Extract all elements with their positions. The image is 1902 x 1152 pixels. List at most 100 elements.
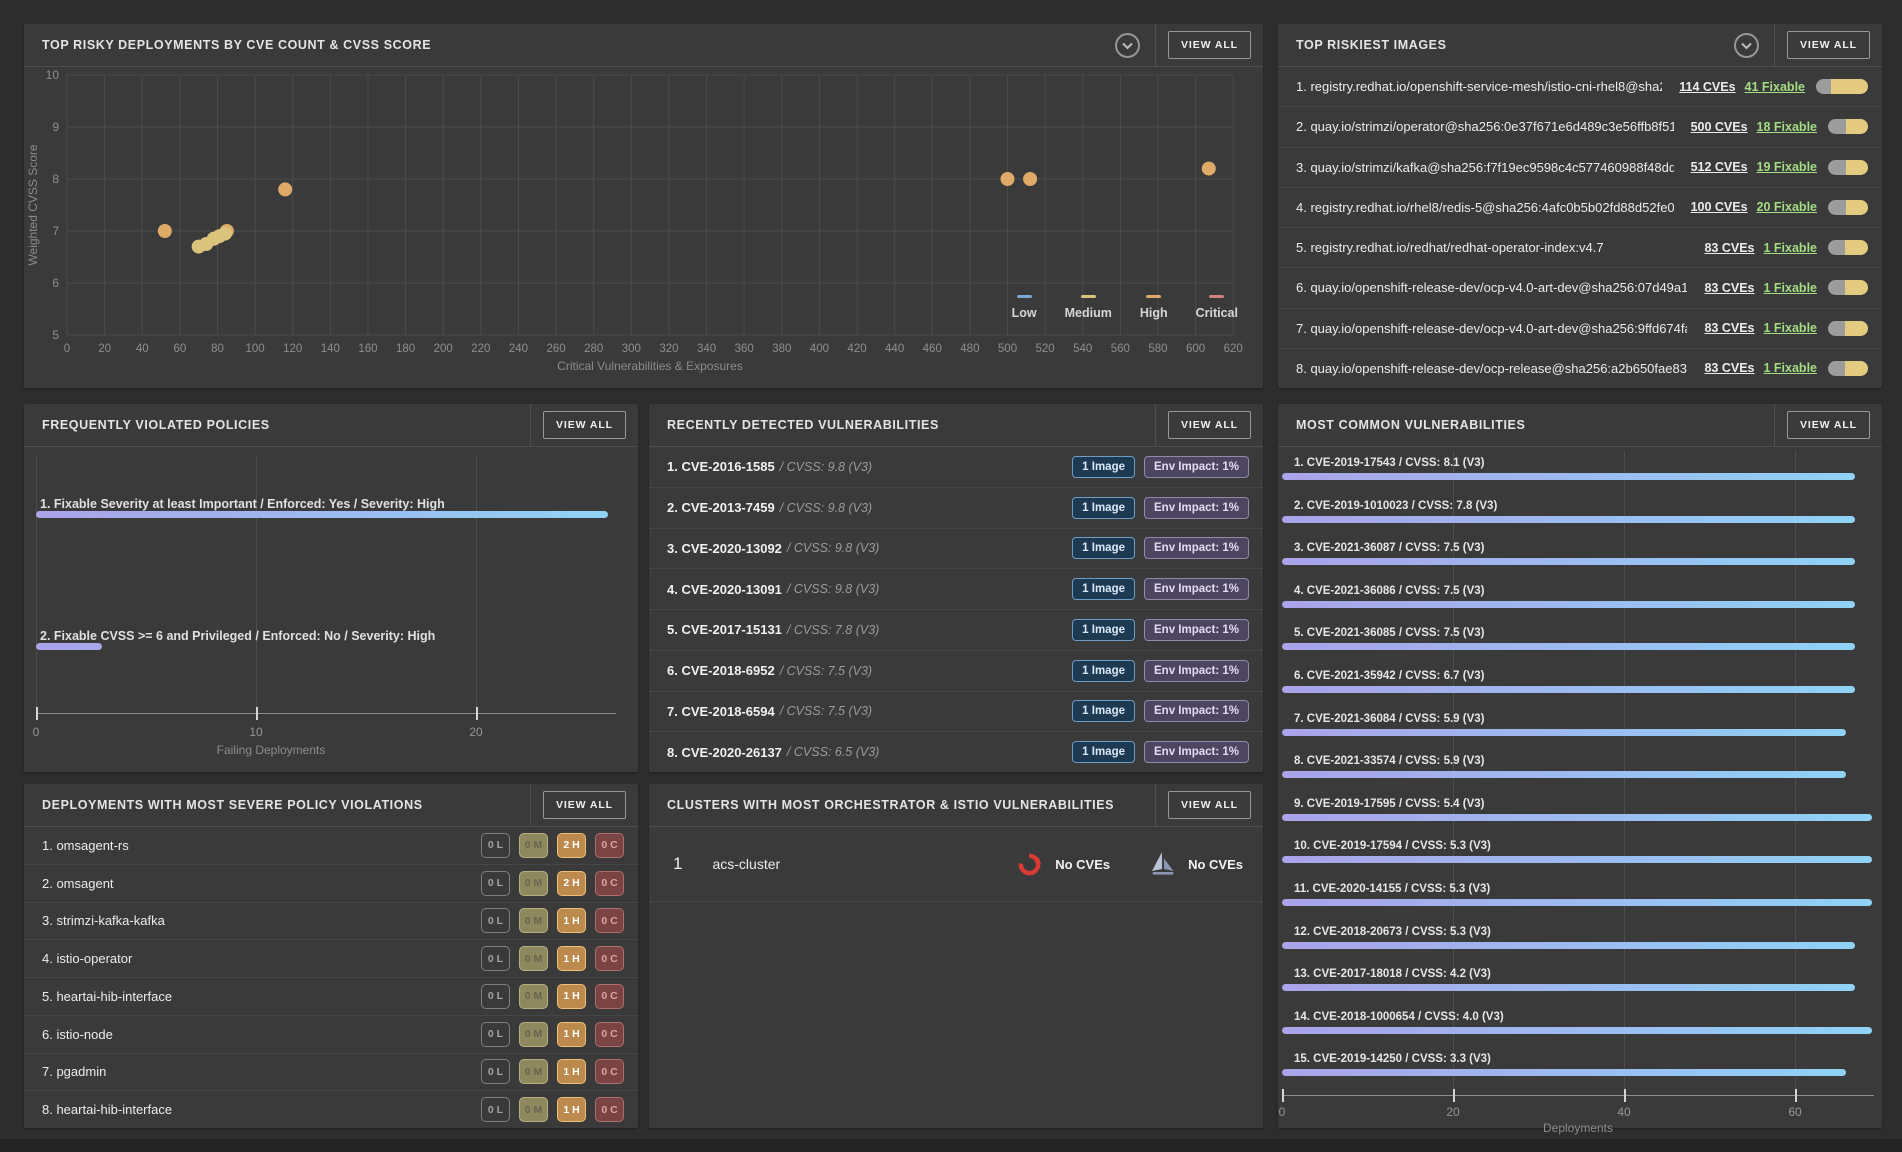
vuln-bar[interactable] [1282, 516, 1855, 523]
cve-count-link[interactable]: 100 CVEs [1691, 200, 1748, 214]
scatter-point-high[interactable] [1001, 172, 1015, 186]
fixable-count-link[interactable]: 1 Fixable [1764, 241, 1818, 255]
env-impact-badge[interactable]: Env Impact: 1% [1144, 497, 1249, 519]
chevron-down-icon[interactable] [1114, 32, 1141, 59]
image-count-badge[interactable]: 1 Image [1072, 578, 1135, 600]
env-impact-badge[interactable]: Env Impact: 1% [1144, 537, 1249, 559]
critical-severity-badge[interactable]: 0 C [595, 833, 624, 858]
cve-count-link[interactable]: 83 CVEs [1704, 281, 1754, 295]
high-severity-badge[interactable]: 2 H [557, 871, 586, 896]
cve-link[interactable]: 4. CVE-2020-13091 [667, 582, 782, 597]
deployment-name[interactable]: 1. omsagent-rs [42, 838, 129, 853]
scatter-point-high[interactable] [158, 224, 172, 238]
fixable-count-link[interactable]: 18 Fixable [1757, 120, 1817, 134]
critical-severity-badge[interactable]: 0 C [595, 871, 624, 896]
low-severity-badge[interactable]: 0 L [481, 1059, 510, 1084]
vuln-bar-label[interactable]: 10. CVE-2019-17594 / CVSS: 5.3 (V3) [1294, 840, 1491, 852]
legend-item-high[interactable]: High [1140, 295, 1168, 320]
low-severity-badge[interactable]: 0 L [481, 908, 510, 933]
cve-count-link[interactable]: 83 CVEs [1704, 361, 1754, 375]
image-count-badge[interactable]: 1 Image [1072, 619, 1135, 641]
high-severity-badge[interactable]: 2 H [557, 833, 586, 858]
vuln-bar-label[interactable]: 15. CVE-2019-14250 / CVSS: 3.3 (V3) [1294, 1053, 1491, 1065]
image-count-badge[interactable]: 1 Image [1072, 537, 1135, 559]
cluster-name[interactable]: acs-cluster [712, 856, 780, 872]
vuln-bar[interactable] [1282, 942, 1855, 949]
cve-link[interactable]: 8. CVE-2020-26137 [667, 745, 782, 760]
image-count-badge[interactable]: 1 Image [1072, 660, 1135, 682]
view-all-button[interactable]: VIEW ALL [1787, 31, 1870, 59]
image-name[interactable]: 6. quay.io/openshift-release-dev/ocp-v4.… [1296, 280, 1687, 295]
deployment-name[interactable]: 8. heartai-hib-interface [42, 1102, 172, 1117]
vuln-bar[interactable] [1282, 771, 1846, 778]
high-severity-badge[interactable]: 1 H [557, 1022, 586, 1047]
medium-severity-badge[interactable]: 0 M [519, 908, 548, 933]
high-severity-badge[interactable]: 1 H [557, 984, 586, 1009]
view-all-button[interactable]: VIEW ALL [1168, 411, 1251, 439]
image-count-badge[interactable]: 1 Image [1072, 497, 1135, 519]
medium-severity-badge[interactable]: 0 M [519, 1097, 548, 1122]
vuln-bar[interactable] [1282, 814, 1872, 821]
vuln-bar-label[interactable]: 3. CVE-2021-36087 / CVSS: 7.5 (V3) [1294, 542, 1485, 554]
vuln-bar[interactable] [1282, 686, 1855, 693]
vuln-bar[interactable] [1282, 899, 1872, 906]
env-impact-badge[interactable]: Env Impact: 1% [1144, 660, 1249, 682]
vuln-bar-label[interactable]: 2. CVE-2019-1010023 / CVSS: 7.8 (V3) [1294, 500, 1497, 512]
medium-severity-badge[interactable]: 0 M [519, 984, 548, 1009]
critical-severity-badge[interactable]: 0 C [595, 1097, 624, 1122]
env-impact-badge[interactable]: Env Impact: 1% [1144, 700, 1249, 722]
cve-count-link[interactable]: 114 CVEs [1679, 80, 1735, 94]
image-count-badge[interactable]: 1 Image [1072, 741, 1135, 763]
image-count-badge[interactable]: 1 Image [1072, 456, 1135, 478]
env-impact-badge[interactable]: Env Impact: 1% [1144, 578, 1249, 600]
vuln-bar-label[interactable]: 8. CVE-2021-33574 / CVSS: 5.9 (V3) [1294, 755, 1485, 767]
view-all-button[interactable]: VIEW ALL [1787, 411, 1870, 439]
vuln-bar-label[interactable]: 1. CVE-2019-17543 / CVSS: 8.1 (V3) [1294, 457, 1485, 469]
image-name[interactable]: 1. registry.redhat.io/openshift-service-… [1296, 79, 1662, 94]
vuln-bar[interactable] [1282, 1069, 1846, 1076]
vuln-bar-label[interactable]: 11. CVE-2020-14155 / CVSS: 5.3 (V3) [1294, 883, 1490, 895]
view-all-button[interactable]: VIEW ALL [1168, 791, 1251, 819]
fixable-count-link[interactable]: 41 Fixable [1745, 80, 1805, 94]
low-severity-badge[interactable]: 0 L [481, 833, 510, 858]
vuln-bar[interactable] [1282, 473, 1855, 480]
cve-link[interactable]: 7. CVE-2018-6594 [667, 704, 775, 719]
low-severity-badge[interactable]: 0 L [481, 984, 510, 1009]
image-name[interactable]: 3. quay.io/strimzi/kafka@sha256:f7f19ec9… [1296, 160, 1674, 175]
deployment-name[interactable]: 5. heartai-hib-interface [42, 989, 172, 1004]
medium-severity-badge[interactable]: 0 M [519, 1022, 548, 1047]
chevron-down-icon[interactable] [1733, 32, 1760, 59]
fixable-count-link[interactable]: 20 Fixable [1757, 200, 1817, 214]
vuln-bar[interactable] [1282, 729, 1846, 736]
critical-severity-badge[interactable]: 0 C [595, 1022, 624, 1047]
high-severity-badge[interactable]: 1 H [557, 908, 586, 933]
cve-link[interactable]: 6. CVE-2018-6952 [667, 663, 775, 678]
vuln-bar-label[interactable]: 5. CVE-2021-36085 / CVSS: 7.5 (V3) [1294, 627, 1485, 639]
policy-bar-label[interactable]: 2. Fixable CVSS >= 6 and Privileged / En… [40, 629, 435, 643]
cve-link[interactable]: 2. CVE-2013-7459 [667, 500, 775, 515]
medium-severity-badge[interactable]: 0 M [519, 833, 548, 858]
medium-severity-badge[interactable]: 0 M [519, 871, 548, 896]
vuln-bar-label[interactable]: 14. CVE-2018-1000654 / CVSS: 4.0 (V3) [1294, 1011, 1504, 1023]
image-name[interactable]: 2. quay.io/strimzi/operator@sha256:0e37f… [1296, 119, 1674, 134]
cve-count-link[interactable]: 83 CVEs [1704, 321, 1754, 335]
env-impact-badge[interactable]: Env Impact: 1% [1144, 741, 1249, 763]
vuln-bar-label[interactable]: 4. CVE-2021-36086 / CVSS: 7.5 (V3) [1294, 585, 1485, 597]
cve-count-link[interactable]: 500 CVEs [1691, 120, 1748, 134]
deployment-name[interactable]: 4. istio-operator [42, 951, 132, 966]
vuln-bar[interactable] [1282, 856, 1872, 863]
view-all-button[interactable]: VIEW ALL [543, 411, 626, 439]
scatter-point-high[interactable] [1202, 162, 1216, 176]
vuln-bar-label[interactable]: 7. CVE-2021-36084 / CVSS: 5.9 (V3) [1294, 713, 1485, 725]
scatter-point-high[interactable] [278, 182, 292, 196]
legend-item-low[interactable]: Low [1012, 295, 1037, 320]
high-severity-badge[interactable]: 1 H [557, 1097, 586, 1122]
medium-severity-badge[interactable]: 0 M [519, 1059, 548, 1084]
image-name[interactable]: 7. quay.io/openshift-release-dev/ocp-v4.… [1296, 321, 1687, 336]
low-severity-badge[interactable]: 0 L [481, 871, 510, 896]
view-all-button[interactable]: VIEW ALL [1168, 31, 1251, 59]
critical-severity-badge[interactable]: 0 C [595, 946, 624, 971]
legend-item-medium[interactable]: Medium [1065, 295, 1112, 320]
env-impact-badge[interactable]: Env Impact: 1% [1144, 456, 1249, 478]
env-impact-badge[interactable]: Env Impact: 1% [1144, 619, 1249, 641]
